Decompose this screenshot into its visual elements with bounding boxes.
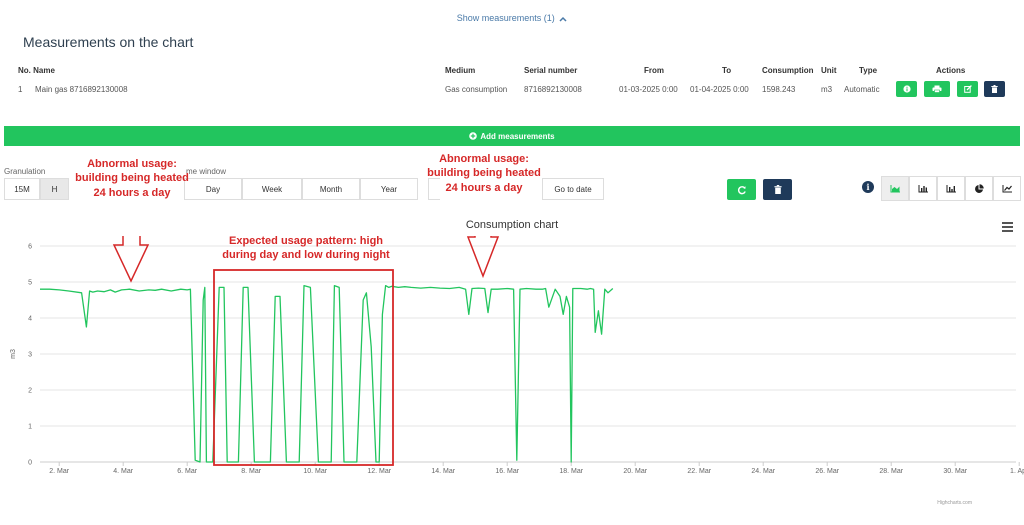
cell-name: Main gas 8716892130008 (35, 85, 128, 94)
refresh-button[interactable] (727, 179, 756, 200)
annotation-text: Abnormal usage: building being heated 24… (75, 158, 189, 199)
chart-info-icon[interactable]: i (862, 181, 874, 193)
trash-icon (773, 185, 782, 194)
x-tick-label: 24. Mar (751, 468, 775, 475)
chart-title: Consumption chart (465, 219, 559, 231)
cell-no: 1 (18, 85, 23, 94)
time-window-year-button[interactable]: Year (360, 178, 418, 200)
col-consumption: Consumption (762, 66, 814, 75)
x-tick-label: 20. Mar (623, 468, 647, 475)
y-tick-label: 4 (28, 316, 32, 323)
col-to: To (722, 66, 732, 75)
granularity-15m-button[interactable]: 15M (4, 178, 40, 200)
print-button[interactable] (924, 81, 950, 97)
annotation-abnormal-right: Abnormal usage: building being heated 24… (412, 152, 556, 195)
annotation-arrow-right (466, 236, 500, 279)
bar-chart-button[interactable] (909, 176, 937, 201)
add-measurements-label: Add measurements (480, 131, 555, 141)
series-line-consumption (40, 284, 614, 463)
x-tick-label: 30. Mar (943, 468, 967, 475)
x-tick-label: 22. Mar (687, 468, 711, 475)
plus-circle-icon (469, 132, 478, 140)
panel-title: Measurements on the chart (23, 34, 194, 50)
y-tick-label: 3 (28, 352, 32, 359)
col-type: Type (859, 66, 878, 75)
col-from: From (644, 66, 664, 75)
consumption-chart: 0 1 2 3 4 5 6 2. Mar 4. Mar 6. Mar 8. Mar 10. Mar 1… (10, 236, 1024, 475)
hamburger-menu-icon[interactable] (1002, 222, 1013, 232)
pie-chart-button[interactable] (965, 176, 993, 201)
line-chart-icon (1002, 185, 1012, 193)
y-tick-label: 1 (28, 424, 32, 431)
col-actions: Actions (936, 66, 966, 75)
chevron-up-icon (559, 16, 567, 22)
stacked-bar-icon (946, 185, 956, 193)
show-measurements-label: Show measurements (1) (456, 13, 555, 23)
cell-medium: Gas consumption (445, 85, 508, 94)
y-tick-label: 2 (28, 388, 32, 395)
x-tick-label: 14. Mar (431, 468, 455, 475)
measurements-panel: Show measurements (1) Measurements on th… (6, 4, 1018, 122)
bar-chart-icon (918, 185, 928, 193)
cell-consumption: 1598.243 (762, 85, 796, 94)
x-tick-label: 10. Mar (303, 468, 327, 475)
refresh-icon (737, 185, 746, 194)
annotation-arrow-left (112, 236, 150, 283)
x-tick-label: 12. Mar (367, 468, 391, 475)
cell-to: 01-04-2025 0:00 (690, 85, 749, 94)
annotation-text: Expected usage pattern: high during day … (222, 235, 390, 262)
line-chart-button[interactable] (993, 176, 1021, 201)
y-tick-label: 0 (28, 460, 32, 467)
time-window-month-button[interactable]: Month (302, 178, 360, 200)
x-tick-label: 28. Mar (879, 468, 903, 475)
time-window-week-button[interactable]: Week (242, 178, 302, 200)
print-icon (932, 85, 942, 93)
granulation-label: Granulation (4, 167, 46, 176)
y-tick-label: 6 (28, 244, 32, 251)
chart-credits: Highcharts.com (937, 500, 972, 506)
x-tick-label: 26. Mar (815, 468, 839, 475)
edit-icon (963, 85, 972, 93)
col-medium: Medium (445, 66, 476, 75)
annotation-text: Abnormal usage: building being heated 24… (427, 153, 541, 194)
delete-button[interactable] (984, 81, 1005, 97)
annotation-shapes (112, 236, 500, 466)
x-tick-label: 16. Mar (495, 468, 519, 475)
x-tick-label: 6. Mar (177, 468, 198, 475)
info-icon (902, 85, 911, 93)
clear-chart-button[interactable] (763, 179, 792, 200)
add-measurements-button[interactable]: Add measurements (4, 126, 1020, 146)
info-button[interactable] (896, 81, 917, 97)
x-tick-label: 8. Mar (241, 468, 262, 475)
cell-type: Automatic (844, 85, 880, 94)
x-tick-label: 2. Mar (49, 468, 70, 475)
cell-serial: 8716892130008 (524, 85, 582, 94)
y-axis-title: m3 (10, 349, 17, 359)
area-chart-button[interactable] (881, 176, 909, 201)
x-tick-label: 4. Mar (113, 468, 134, 475)
show-measurements-toggle[interactable]: Show measurements (1) (6, 13, 1018, 23)
x-tick-label: 18. Mar (559, 468, 583, 475)
edit-button[interactable] (957, 81, 978, 97)
annotation-abnormal-left: Abnormal usage: building being heated 24… (66, 157, 198, 200)
col-no-name: No. Name (18, 66, 55, 75)
col-unit: Unit (821, 66, 837, 75)
granularity-h-button[interactable]: H (40, 178, 69, 200)
area-chart-icon (890, 185, 900, 193)
stacked-bar-chart-button[interactable] (937, 176, 965, 201)
trash-icon (991, 85, 998, 93)
y-tick-label: 5 (28, 280, 32, 287)
x-tick-label: 1. Apr (1010, 468, 1024, 475)
annotation-expected: Expected usage pattern: high during day … (196, 234, 416, 263)
cell-from: 01-03-2025 0:00 (619, 85, 678, 94)
cell-unit: m3 (821, 85, 833, 94)
pie-chart-icon (975, 183, 984, 193)
col-serial: Serial number (524, 66, 578, 75)
